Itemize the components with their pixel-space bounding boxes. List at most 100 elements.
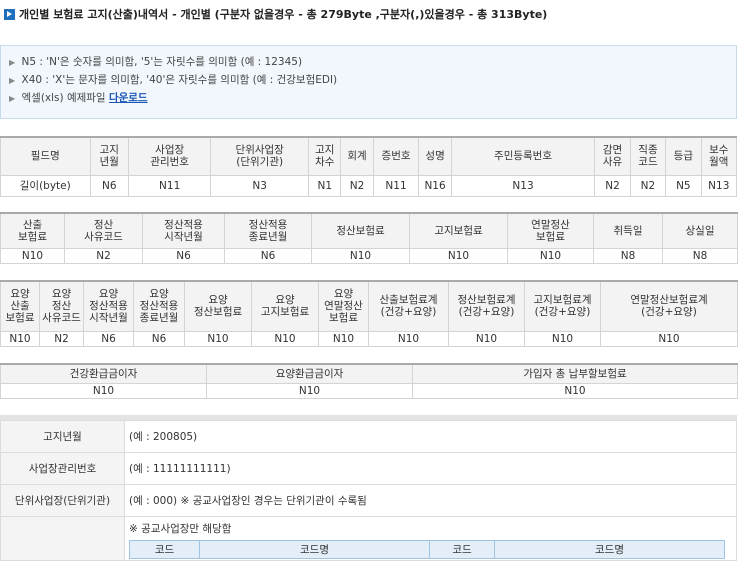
download-line: ▶ 엑셀(xls) 예제파일 다운로드 xyxy=(9,89,728,107)
length-cell: N6 xyxy=(142,247,225,264)
length-cell: N6 xyxy=(224,247,312,264)
desc-value: (예 : 000) ※ 공교사업장인 경우는 단위기관이 수록됨 xyxy=(124,484,737,517)
length-cell: N6 xyxy=(89,174,130,197)
length-cell: N16 xyxy=(418,174,452,197)
length-cell: N10 xyxy=(0,382,207,399)
column-header: 요양 정산적용 종료년월 xyxy=(133,280,185,332)
column-header: 단위사업장 (단위기관) xyxy=(210,136,310,176)
column-header: 요양 연말정산 보험료 xyxy=(318,280,369,332)
length-cell: N2 xyxy=(64,247,143,264)
column-header: 상실일 xyxy=(662,212,738,249)
column-header: 정산 사유코드 xyxy=(64,212,143,249)
length-cell: N10 xyxy=(409,247,508,264)
column-header: 등급 xyxy=(665,136,702,176)
field-spec-table-4: 건강환급금이자 요양환급금이자 가입자 총 납부할보험료 N10 N10 N10 xyxy=(0,363,738,399)
column-header: 산출 보험료 xyxy=(0,212,65,249)
length-cell: N11 xyxy=(128,174,212,197)
page-title-text: 개인별 보험료 고지(산출)내역서 - 개인별 (구분자 없을경우 - 총 27… xyxy=(19,8,548,21)
length-cell: N6 xyxy=(133,330,185,347)
column-header: 고지 차수 xyxy=(308,136,342,176)
length-cell: N2 xyxy=(340,174,374,197)
desc-label xyxy=(0,516,125,561)
length-cell: N10 xyxy=(507,247,594,264)
desc-label: 고지년월 xyxy=(0,420,125,453)
column-header: 요양 정산 사유코드 xyxy=(39,280,84,332)
length-cell: N2 xyxy=(594,174,631,197)
field-description-table: 고지년월 (예 : 200805) 사업장관리번호 (예 : 111111111… xyxy=(0,420,737,561)
length-cell: N10 xyxy=(318,330,369,347)
desc-note: ※ 공교사업장만 해당함 xyxy=(129,523,232,535)
note-text: X40 : 'X'는 문자를 의미함, '40'은 자릿수를 의미함 (예 : … xyxy=(21,74,338,86)
column-header: 보수 월액 xyxy=(700,136,738,176)
field-spec-table-3: 요양 산출 보험료 요양 정산 사유코드 요양 정산적용 시작년월 요양 정산적용 종료년월 요양 정산보… xyxy=(0,280,738,347)
column-header: 고지 년월 xyxy=(89,136,130,176)
length-cell: N5 xyxy=(665,174,702,197)
column-header: 사업장 관리번호 xyxy=(128,136,212,176)
length-cell: N10 xyxy=(368,330,449,347)
code-name-header: 코드명 xyxy=(199,540,430,559)
column-header: 정산보험료 xyxy=(311,212,410,249)
length-cell: N10 xyxy=(448,330,525,347)
desc-label: 사업장관리번호 xyxy=(0,452,125,485)
field-spec-table-1: 필드명 고지 년월 사업장 관리번호 단위사업장 (단위기관) 고지 차수 회계 증번호 성명 주민등록… xyxy=(0,136,738,197)
length-cell: N13 xyxy=(700,174,738,197)
triangle-bullet-icon: ▶ xyxy=(9,94,16,103)
download-label: 엑셀(xls) 예제파일 xyxy=(21,92,106,104)
column-header: 정산보험료계 (건강+요양) xyxy=(448,280,525,332)
column-header: 건강환급금이자 xyxy=(0,363,207,384)
length-cell: N10 xyxy=(0,247,65,264)
code-table: 코드 코드명 코드 코드명 xyxy=(129,540,725,559)
column-header: 회계 xyxy=(340,136,374,176)
info-box: ▶ N5 : 'N'은 숫자를 의미함, '5'는 자릿수를 의미함 (예 : … xyxy=(0,45,737,119)
length-cell: N6 xyxy=(83,330,134,347)
bullet-arrow-icon xyxy=(4,8,15,20)
length-cell: N10 xyxy=(412,382,738,399)
column-header: 감면 사유 xyxy=(594,136,631,176)
note-line: ▶ N5 : 'N'은 숫자를 의미함, '5'는 자릿수를 의미함 (예 : … xyxy=(9,53,728,71)
column-header: 요양 산출 보험료 xyxy=(0,280,40,332)
length-cell: N10 xyxy=(251,330,319,347)
desc-label: 단위사업장(단위기관) xyxy=(0,484,125,517)
length-cell: N10 xyxy=(311,247,410,264)
column-header: 고지보험료계 (건강+요양) xyxy=(524,280,601,332)
length-cell: N10 xyxy=(184,330,252,347)
column-header: 직종 코드 xyxy=(629,136,667,176)
column-header: 요양 정산보험료 xyxy=(184,280,252,332)
column-header: 연말정산보험료계 (건강+요양) xyxy=(600,280,738,332)
desc-row: 사업장관리번호 (예 : 11111111111) xyxy=(0,452,737,485)
note-line: ▶ X40 : 'X'는 문자를 의미함, '40'은 자릿수를 의미함 (예 … xyxy=(9,71,728,89)
desc-value: (예 : 200805) xyxy=(124,420,737,453)
length-cell: N11 xyxy=(372,174,420,197)
desc-row: 단위사업장(단위기관) (예 : 000) ※ 공교사업장인 경우는 단위기관이… xyxy=(0,484,737,517)
column-header: 주민등록번호 xyxy=(450,136,596,176)
desc-row: ※ 공교사업장만 해당함 코드 코드명 코드 코드명 xyxy=(0,516,737,561)
column-header: 취득일 xyxy=(593,212,663,249)
length-cell: N10 xyxy=(206,382,413,399)
length-cell: N10 xyxy=(600,330,738,347)
download-link[interactable]: 다운로드 xyxy=(109,92,148,104)
desc-row: 고지년월 (예 : 200805) xyxy=(0,420,737,453)
column-header: 정산적용 시작년월 xyxy=(142,212,225,249)
length-cell: N2 xyxy=(629,174,667,197)
length-cell: N8 xyxy=(662,247,738,264)
column-header: 정산적용 종료년월 xyxy=(224,212,312,249)
length-cell: N13 xyxy=(450,174,596,197)
field-spec-table-2: 산출 보험료 정산 사유코드 정산적용 시작년월 정산적용 종료년월 정산보험료 고지보험료 연말정… xyxy=(0,212,738,264)
desc-value: (예 : 11111111111) xyxy=(124,452,737,485)
code-name-header: 코드명 xyxy=(494,540,725,559)
row-label: 길이(byte) xyxy=(0,174,91,197)
length-cell: N2 xyxy=(39,330,84,347)
triangle-bullet-icon: ▶ xyxy=(9,76,16,85)
column-header: 가입자 총 납부할보험료 xyxy=(412,363,738,384)
column-header: 산출보험료계 (건강+요양) xyxy=(368,280,449,332)
column-header: 증번호 xyxy=(372,136,420,176)
column-header: 성명 xyxy=(418,136,452,176)
note-text: N5 : 'N'은 숫자를 의미함, '5'는 자릿수를 의미함 (예 : 12… xyxy=(21,56,303,68)
length-cell: N8 xyxy=(593,247,663,264)
length-cell: N3 xyxy=(210,174,310,197)
column-header: 고지보험료 xyxy=(409,212,508,249)
code-header: 코드 xyxy=(429,540,495,559)
column-header: 필드명 xyxy=(0,136,91,176)
column-header: 요양 정산적용 시작년월 xyxy=(83,280,134,332)
length-cell: N10 xyxy=(0,330,40,347)
